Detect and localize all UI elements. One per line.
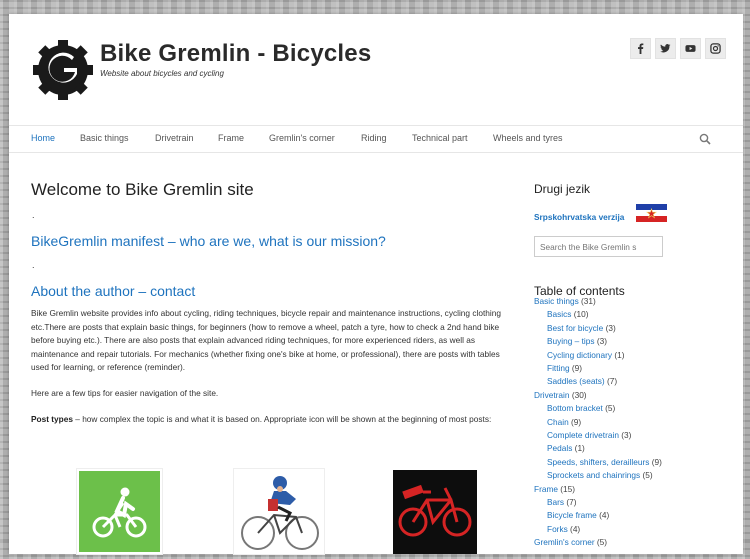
toc-count: (4) <box>567 523 581 534</box>
manifest-link[interactable]: BikeGremlin manifest – who are we, what … <box>31 233 386 249</box>
toc-link[interactable]: Pedals <box>547 443 572 453</box>
toc-count: (10) <box>571 309 589 320</box>
post-types-label: Post types <box>31 414 73 424</box>
page-title: Welcome to Bike Gremlin site <box>31 180 254 199</box>
gremlin-gear-logo[interactable] <box>31 38 95 102</box>
toc-item: Forks (4) <box>547 524 580 534</box>
nav-item-riding[interactable]: Riding <box>361 133 387 143</box>
toc-item: Frame (15) <box>534 484 575 494</box>
toc-count: (3) <box>618 430 632 440</box>
toc-item: Cycling dictionary (1) <box>547 350 624 360</box>
toc-link[interactable]: Gremlin's corner <box>534 537 595 547</box>
site-description: Website about bicycles and cycling <box>100 69 224 78</box>
page: Bike Gremlin - Bicycles Website about bi… <box>9 14 743 555</box>
intro-paragraph: Bike Gremlin website provides info about… <box>31 308 501 372</box>
toc-count: (3) <box>603 322 616 333</box>
tips-paragraph: Here are a few tips for easier navigatio… <box>31 388 219 398</box>
toc-link[interactable]: Drivetrain <box>534 390 570 400</box>
toc-item: Sprockets and chainrings (5) <box>547 470 653 480</box>
toc-count: (9) <box>649 456 662 467</box>
post-types-paragraph: Post types – how complex the topic is an… <box>31 413 507 427</box>
toc-item: Bottom bracket (5) <box>547 403 615 413</box>
toc-link[interactable]: Complete drivetrain <box>547 430 619 440</box>
beginner-cyclist-icon <box>76 468 163 555</box>
toc-item: Complete drivetrain (3) <box>547 430 631 440</box>
toc-link[interactable]: Best for bicycle <box>547 323 603 333</box>
search-input[interactable] <box>534 236 663 257</box>
toc-count: (5) <box>594 537 608 548</box>
toc-link[interactable]: Sprockets and chainrings <box>547 470 640 480</box>
nav-item-basic-things[interactable]: Basic things <box>80 133 129 143</box>
toc-item: Saddles (seats) (7) <box>547 376 617 386</box>
toc-item: Bicycle frame (4) <box>547 510 609 520</box>
toc-item: Basics (10) <box>547 309 589 319</box>
nav-item-gremlins-corner[interactable]: Gremlin's corner <box>269 133 335 143</box>
twitter-icon[interactable] <box>655 38 676 59</box>
road-cyclist-image <box>233 468 325 555</box>
toc-item: Bars (7) <box>547 497 577 507</box>
youtube-icon[interactable] <box>680 38 701 59</box>
toc-link[interactable]: Bottom bracket <box>547 403 603 413</box>
language-heading: Drugi jezik <box>534 182 591 196</box>
toc-item: Best for bicycle (3) <box>547 323 616 333</box>
toc-link[interactable]: Basic things <box>534 296 579 306</box>
serbo-croatian-link[interactable]: Srpskohrvatska verzija <box>534 212 624 222</box>
toc-link[interactable]: Forks <box>547 524 568 534</box>
nav-item-frame[interactable]: Frame <box>218 133 244 143</box>
search-icon[interactable] <box>699 133 711 145</box>
main-navigation: Home Basic things Drivetrain Frame Greml… <box>9 125 743 153</box>
toc-count: (5) <box>602 403 616 414</box>
toc-item: Buying – tips (3) <box>547 336 607 346</box>
about-author-link[interactable]: About the author – contact <box>31 283 195 299</box>
toc-count: (1) <box>572 443 585 454</box>
toc-item: Gremlin's corner (5) <box>534 537 607 547</box>
toc-item: Fitting (9) <box>547 363 582 373</box>
toc-item: Speeds, shifters, derailleurs (9) <box>547 457 662 467</box>
toc-item: Basic things (31) <box>534 296 596 306</box>
toc-count: (9) <box>569 363 583 373</box>
nav-item-home[interactable]: Home <box>31 133 55 143</box>
toc-count: (3) <box>594 336 607 347</box>
toc-count: (1) <box>612 349 625 360</box>
toc-link[interactable]: Cycling dictionary <box>547 350 612 360</box>
site-title[interactable]: Bike Gremlin - Bicycles <box>100 40 371 68</box>
toc-link[interactable]: Basics <box>547 309 571 319</box>
toc-count: (5) <box>640 470 653 481</box>
separator-dot: . <box>32 210 35 220</box>
toc-link[interactable]: Buying – tips <box>547 336 595 346</box>
toc-count: (7) <box>604 376 618 387</box>
toc-link[interactable]: Saddles (seats) <box>547 376 605 386</box>
toc-link[interactable]: Speeds, shifters, derailleurs <box>547 457 649 467</box>
toc-count: (15) <box>557 483 576 494</box>
toc-count: (31) <box>578 296 596 306</box>
nav-item-technical-part[interactable]: Technical part <box>412 133 468 143</box>
toc-item: Pedals (1) <box>547 443 585 453</box>
facebook-icon[interactable] <box>630 38 651 59</box>
social-links <box>630 38 726 59</box>
toc-item: Drivetrain (30) <box>534 390 587 400</box>
toc-count: (4) <box>596 510 610 521</box>
toc-link[interactable]: Bars <box>547 497 564 507</box>
nav-item-wheels-and-tyres[interactable]: Wheels and tyres <box>493 133 563 143</box>
yugoslavia-flag-icon[interactable] <box>636 204 667 222</box>
toc-count: (7) <box>564 497 577 507</box>
toc-link[interactable]: Frame <box>534 484 558 494</box>
nav-item-drivetrain[interactable]: Drivetrain <box>155 133 194 143</box>
toc-item: Chain (9) <box>547 417 581 427</box>
separator-dot: . <box>32 260 35 270</box>
toc-link[interactable]: Fitting <box>547 363 570 373</box>
toc-link[interactable]: Chain <box>547 417 569 427</box>
toc-count: (30) <box>569 389 587 400</box>
post-types-text: – how complex the topic is and what it i… <box>72 414 492 424</box>
instagram-icon[interactable] <box>705 38 726 59</box>
toc-link[interactable]: Bicycle frame <box>547 510 597 520</box>
toc-count: (9) <box>568 416 582 427</box>
mechanic-bike-icon <box>393 470 477 554</box>
